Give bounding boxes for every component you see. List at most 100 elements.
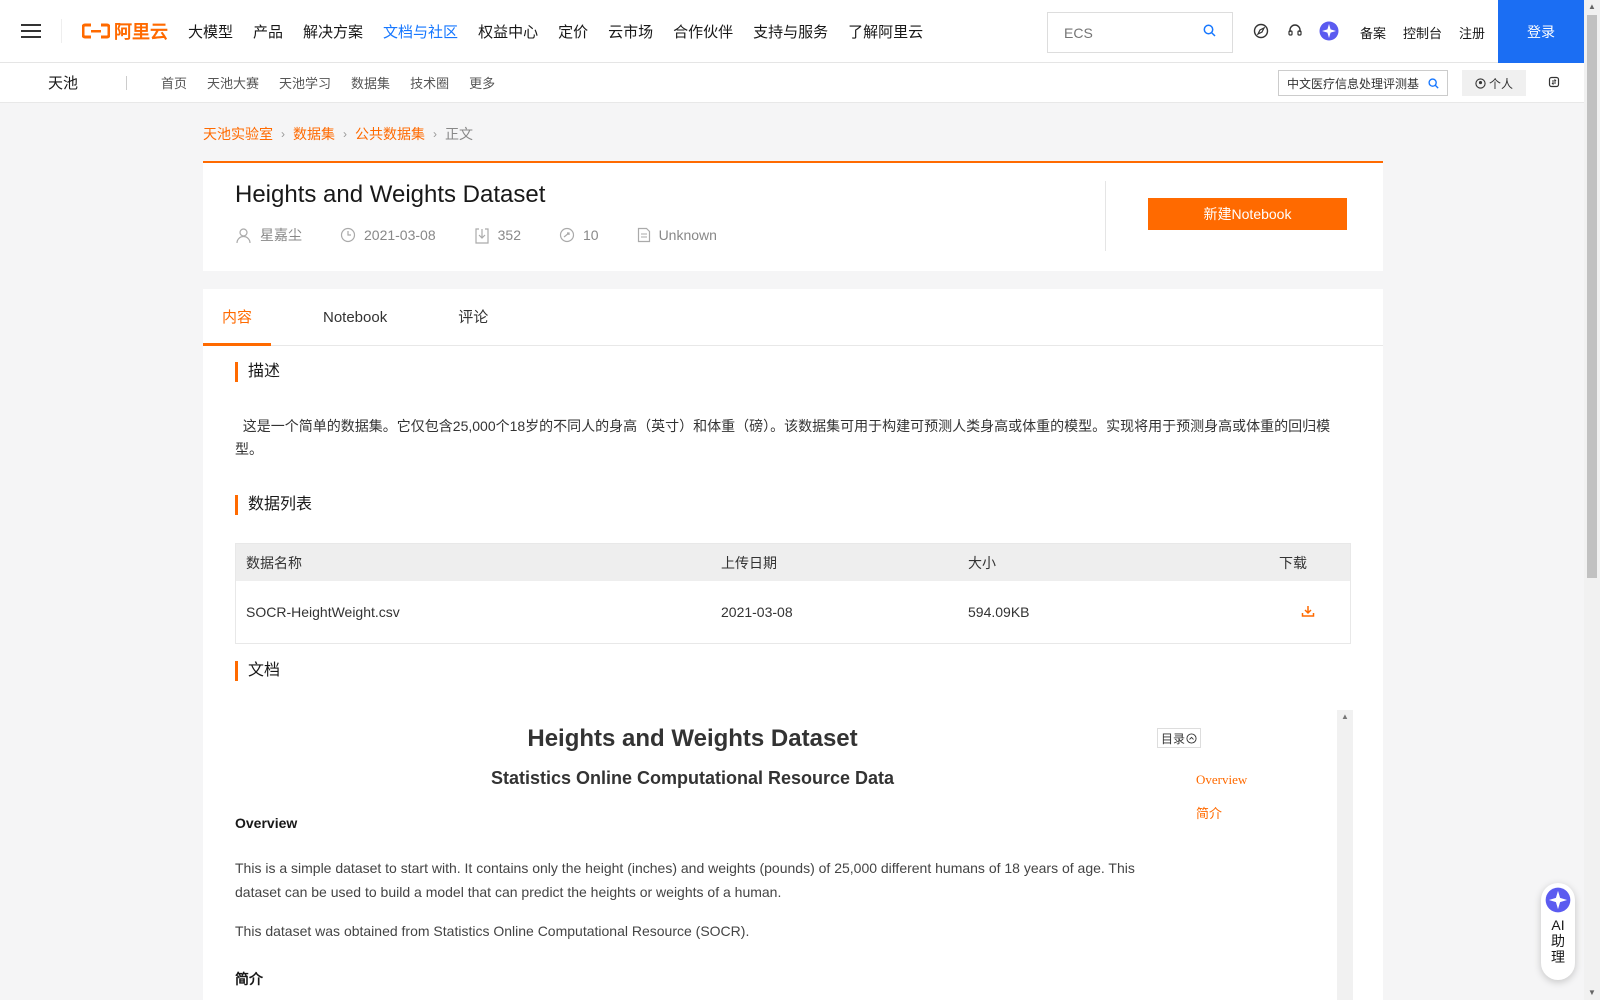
- download-count: 352: [497, 227, 521, 243]
- scroll-down-arrow-icon[interactable]: ▼: [1584, 986, 1600, 1000]
- nav-item-partners[interactable]: 合作伙伴: [673, 21, 733, 42]
- headset-icon[interactable]: [1284, 20, 1306, 42]
- login-button[interactable]: 登录: [1498, 0, 1584, 63]
- subnav-item-competitions[interactable]: 天池大赛: [207, 73, 259, 92]
- doc-subheading: Statistics Online Computational Resource…: [490, 768, 895, 788]
- author-name[interactable]: 星嘉尘: [260, 225, 302, 245]
- doc-overview-heading: Overview: [235, 815, 298, 831]
- ai-star-icon: [1545, 887, 1571, 913]
- col-header-size: 大小: [968, 554, 996, 571]
- nav-item-about[interactable]: 了解阿里云: [848, 21, 923, 42]
- subnav-item-learning[interactable]: 天池学习: [279, 73, 331, 92]
- nav-item-support[interactable]: 支持与服务: [753, 21, 828, 42]
- subnav-item-datasets[interactable]: 数据集: [351, 73, 390, 92]
- share-icon: [559, 227, 575, 243]
- ai-assistant-label: AI助理: [1551, 917, 1565, 965]
- upload-date: 2021-03-08: [364, 227, 436, 243]
- breadcrumb-datasets[interactable]: 数据集: [293, 124, 335, 144]
- dataset-title: Heights and Weights Dataset: [235, 181, 546, 208]
- license-text: Unknown: [658, 227, 717, 243]
- download-icon[interactable]: [1248, 604, 1338, 621]
- personal-label: 个人: [1488, 76, 1513, 91]
- breadcrumb-current: 正文: [445, 126, 473, 142]
- dataset-meta: 星嘉尘 2021-03-08 352 10 Unknown: [235, 225, 755, 245]
- tianchi-brand[interactable]: 天池: [48, 72, 126, 93]
- toc-item-overview[interactable]: Overview: [1196, 772, 1247, 788]
- file-size: 594.09KB: [968, 604, 1030, 620]
- nav-item-models[interactable]: 大模型: [188, 21, 233, 42]
- hamburger-menu-icon[interactable]: [0, 19, 62, 43]
- search-icon[interactable]: [1203, 24, 1216, 42]
- file-date: 2021-03-08: [721, 604, 793, 620]
- search-icon[interactable]: [1428, 77, 1439, 89]
- share-count: 10: [582, 227, 599, 243]
- top-search-input[interactable]: [1064, 24, 1194, 41]
- table-row: SOCR-HeightWeight.csv 2021-03-08 594.09K…: [236, 581, 1350, 643]
- nav-item-docs-community[interactable]: 文档与社区: [383, 21, 458, 42]
- scroll-up-arrow-icon[interactable]: ▲: [1584, 0, 1600, 14]
- data-table: 数据名称 上传日期 大小 下载 SOCR-HeightWeight.csv 20…: [235, 543, 1351, 644]
- user-icon: [236, 227, 251, 243]
- meta-date: 2021-03-08: [340, 227, 436, 243]
- nav-item-pricing[interactable]: 定价: [558, 21, 588, 42]
- ai-star-icon[interactable]: [1318, 20, 1340, 42]
- link-filing[interactable]: 备案: [1360, 23, 1386, 42]
- breadcrumb-tianchi-lab[interactable]: 天池实验室: [203, 124, 273, 144]
- toc-item-intro[interactable]: 简介: [1196, 803, 1222, 822]
- tab-notebook[interactable]: Notebook: [323, 289, 387, 346]
- link-console[interactable]: 控制台: [1403, 23, 1442, 42]
- subnav-item-tech-circle[interactable]: 技术圈: [410, 73, 449, 92]
- tab-content[interactable]: 内容: [203, 289, 271, 346]
- subnav-search-text: 中文医疗信息处理评测基: [1287, 76, 1420, 91]
- doc-source-paragraph: This dataset was obtained from Statistic…: [235, 923, 750, 939]
- subnav-item-home[interactable]: 首页: [161, 73, 187, 92]
- nav-item-benefits[interactable]: 权益中心: [478, 21, 538, 42]
- subnav-item-more[interactable]: 更多: [469, 73, 495, 92]
- aliyun-logo[interactable]: 阿里云: [82, 18, 168, 44]
- table-of-contents: 目录 Overview 简介: [1157, 728, 1247, 821]
- link-register[interactable]: 注册: [1459, 23, 1485, 42]
- chevron-up-circle-icon: [1186, 732, 1197, 744]
- content-tabs: 内容 Notebook 评论: [203, 289, 1383, 346]
- section-title-description: 描述: [235, 362, 280, 382]
- tab-comments[interactable]: 评论: [458, 289, 488, 346]
- doc-scrollbar[interactable]: ▲: [1337, 710, 1353, 1000]
- file-name: SOCR-HeightWeight.csv: [246, 604, 400, 620]
- col-header-name: 数据名称: [246, 554, 302, 571]
- header-divider: [1105, 181, 1106, 251]
- content-card: 内容 Notebook 评论 描述 这是一个简单的数据集。它仅包含25,000个…: [203, 289, 1383, 1000]
- ai-assistant-button[interactable]: AI助理: [1541, 883, 1575, 980]
- section-title-datalist: 数据列表: [235, 495, 312, 515]
- download-count-icon: [475, 227, 489, 244]
- scrollbar-thumb[interactable]: [1587, 15, 1597, 578]
- description-body: 这是一个简单的数据集。它仅包含25,000个18岁的不同人的身高（英寸）和体重（…: [235, 418, 1331, 457]
- document-icon: [637, 227, 650, 243]
- aliyun-logo-icon: [82, 23, 110, 39]
- description-text: 这是一个简单的数据集。它仅包含25,000个18岁的不同人的身高（英寸）和体重（…: [235, 415, 1335, 461]
- new-notebook-button[interactable]: 新建Notebook: [1148, 198, 1347, 230]
- subnav-search-box[interactable]: 中文医疗信息处理评测基: [1278, 70, 1448, 96]
- chevron-right-icon: ›: [281, 127, 285, 141]
- col-header-download: 下载: [1279, 554, 1307, 571]
- toc-label: 目录: [1160, 731, 1185, 746]
- meta-downloads: 352: [474, 227, 521, 244]
- main-nav: 大模型 产品 解决方案 文档与社区 权益中心 定价 云市场 合作伙伴 支持与服务…: [188, 21, 943, 42]
- compass-icon[interactable]: [1250, 20, 1272, 42]
- clock-icon: [340, 227, 356, 243]
- logo-text: 阿里云: [114, 22, 168, 42]
- chevron-right-icon: ›: [343, 127, 347, 141]
- swap-icon[interactable]: [1548, 76, 1560, 91]
- top-icon-group: [1250, 20, 1352, 42]
- nav-item-solutions[interactable]: 解决方案: [303, 21, 363, 42]
- meta-license: Unknown: [637, 227, 717, 243]
- breadcrumb-public-datasets[interactable]: 公共数据集: [355, 124, 425, 144]
- dataset-header-card: Heights and Weights Dataset 星嘉尘 2021-03-…: [203, 161, 1383, 271]
- nav-item-products[interactable]: 产品: [253, 21, 283, 42]
- page-scrollbar[interactable]: ▲ ▼: [1584, 0, 1600, 1000]
- scroll-up-arrow-icon[interactable]: ▲: [1337, 712, 1353, 721]
- top-links: 备案 控制台 注册: [1360, 23, 1502, 42]
- nav-item-marketplace[interactable]: 云市场: [608, 21, 653, 42]
- user-circle-icon: [1475, 77, 1486, 89]
- toc-toggle-button[interactable]: 目录: [1157, 728, 1201, 748]
- personal-button[interactable]: 个人: [1462, 70, 1526, 96]
